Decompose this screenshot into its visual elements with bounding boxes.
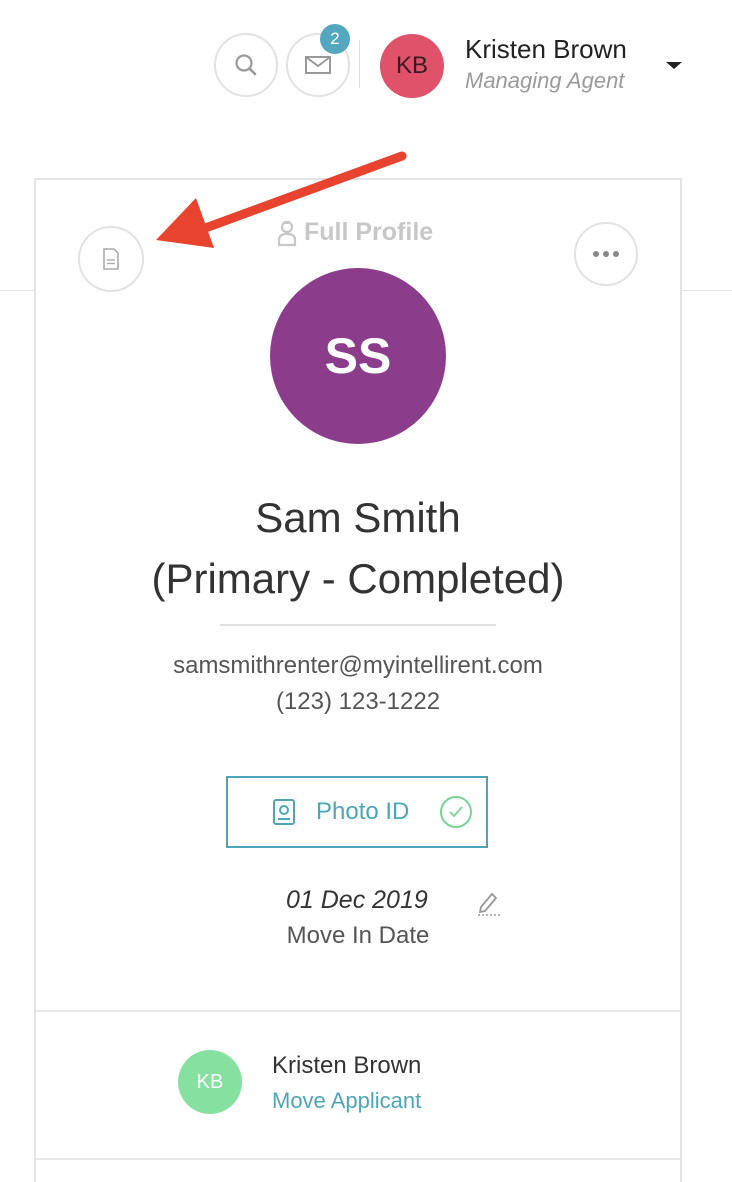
agent-avatar: KB — [178, 1050, 242, 1114]
search-icon — [235, 54, 257, 76]
unread-badge: 2 — [320, 24, 350, 54]
full-profile-link[interactable]: Full Profile — [276, 218, 433, 247]
move-in-date: 01 Dec 2019 — [286, 886, 428, 914]
applicant-name: Sam Smith — [255, 494, 461, 541]
applicant-phone: (123) 123-1222 — [275, 688, 441, 715]
pencil-icon[interactable] — [476, 890, 500, 916]
name-divider — [220, 624, 496, 626]
user-avatar[interactable]: KB — [380, 34, 444, 98]
more-icon — [593, 251, 599, 257]
agent-name: Kristen Brown — [272, 1052, 422, 1079]
check-icon — [440, 796, 472, 828]
move-applicant-link[interactable]: Move Applicant — [272, 1088, 421, 1114]
applicant-profile-card: Full Profile SS Sam Smith (Primary - Com… — [34, 178, 682, 1182]
document-icon — [103, 248, 119, 270]
mail-icon — [305, 56, 331, 74]
card-divider — [36, 1158, 680, 1160]
applicant-avatar: SS — [270, 268, 446, 444]
user-name[interactable]: Kristen Brown — [465, 34, 627, 65]
chevron-down-icon[interactable] — [666, 62, 682, 69]
photo-id-button[interactable]: Photo ID — [226, 776, 488, 848]
person-icon — [277, 220, 297, 246]
search-button[interactable] — [214, 33, 278, 97]
document-button[interactable] — [78, 226, 144, 292]
full-profile-label: Full Profile — [304, 218, 434, 246]
card-divider — [36, 1010, 680, 1012]
id-card-icon — [273, 799, 295, 825]
more-options-button[interactable] — [574, 222, 638, 286]
user-role: Managing Agent — [465, 68, 625, 93]
header-separator — [359, 40, 360, 88]
applicant-status: (Primary - Completed) — [151, 555, 565, 602]
move-in-date-label: Move In Date — [286, 922, 430, 949]
photo-id-label: Photo ID — [316, 798, 410, 825]
applicant-email: samsmithrenter@myintellirent.com — [173, 652, 543, 679]
